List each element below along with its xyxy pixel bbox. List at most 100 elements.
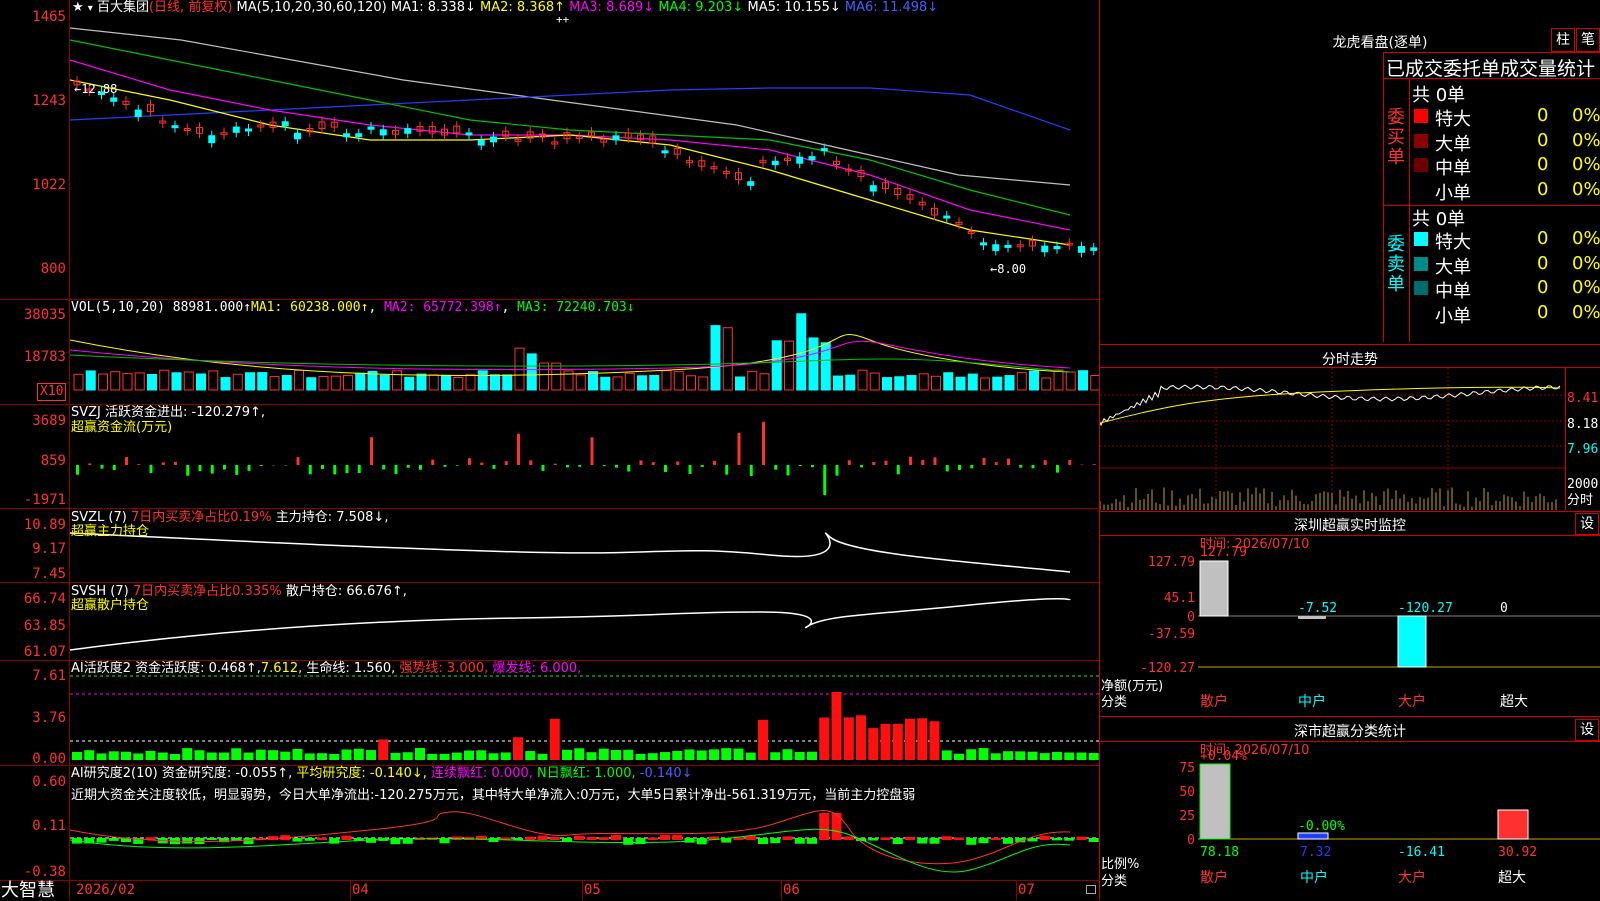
ai1-bar: [513, 737, 523, 760]
vol-ma-line: [70, 341, 1070, 369]
svzj-bar: [529, 460, 532, 465]
svzl-header: SVZL (7) 7日内买卖净占比0.19% 主力持仓: 7.508↓,: [71, 511, 388, 525]
class-settings-button[interactable]: 设: [1575, 719, 1599, 741]
volume-bar: [491, 375, 500, 390]
sell-row-count: 0: [1537, 277, 1548, 298]
ai2-bar: [795, 838, 805, 844]
vol-ma2: MA2: 65772.398↑: [384, 300, 501, 315]
svzj-bar: [333, 465, 336, 474]
ai1-axis-label: 3.76: [0, 710, 66, 726]
buy-row-swatch: [1414, 158, 1428, 172]
volume-bar: [442, 375, 451, 390]
volume-bar: [356, 373, 365, 390]
ai1-bar: [476, 750, 486, 760]
intraday-title[interactable]: 分时走势: [1260, 349, 1440, 369]
ai2-axis-label: 0.11: [0, 818, 66, 834]
ai1-bar: [979, 748, 989, 760]
svzj-bar: [689, 465, 692, 474]
sell-row-name: 大单: [1435, 253, 1471, 279]
volume-bar: [466, 374, 475, 390]
ai1-bar: [525, 751, 535, 760]
monitor-settings-button[interactable]: 设: [1575, 513, 1599, 535]
class-chart[interactable]: 7550250+0.04%-0.00%78.187.32-16.4130.92散…: [1100, 742, 1600, 900]
lock-icon[interactable]: [1086, 885, 1096, 894]
ai2-bar: [979, 838, 989, 843]
ai2-bar: [917, 838, 927, 844]
ai1-bar: [1040, 753, 1050, 760]
volume-bar: [184, 372, 193, 390]
divider: [1383, 52, 1600, 53]
monitor-title: 深圳超赢实时监控: [1250, 515, 1450, 535]
ai1-bar: [893, 724, 903, 760]
intraday-chart[interactable]: [1100, 368, 1565, 510]
svzj-bar: [297, 457, 300, 465]
ai2-average-line: [70, 811, 1070, 864]
ai1-bar: [256, 750, 266, 760]
lhb-title: 龙虎看盘(逐单): [1300, 32, 1460, 52]
ai2-bar: [697, 838, 707, 844]
bar-mode-button[interactable]: 柱: [1551, 28, 1575, 52]
ai1-bar: [881, 724, 891, 760]
x-axis-label: 2026/02: [76, 883, 135, 897]
sell-row-swatch: [1414, 281, 1428, 295]
candle-body: [797, 157, 803, 163]
volume-bar: [221, 378, 230, 390]
volume-bar: [527, 354, 536, 390]
volume-bar: [246, 373, 255, 390]
svsh-ratio: 7日内买卖净占比0.335%: [133, 584, 282, 599]
class-value: 7.32: [1300, 845, 1331, 860]
ai1-bar: [587, 752, 597, 760]
ai1-bar: [1064, 752, 1074, 760]
brand-logo[interactable]: 大智慧: [1, 881, 55, 900]
svsh-line: [70, 599, 1070, 650]
ai2-bar: [1064, 838, 1074, 841]
class-category: 大户: [1398, 869, 1426, 886]
tick-mode-button[interactable]: 笔: [1576, 28, 1600, 52]
x-axis-label: 07: [1018, 883, 1035, 897]
volume-bar: [454, 378, 463, 390]
ai2-bar: [672, 835, 682, 840]
ai1-burst-line: 爆发线: 6.000,: [492, 661, 581, 676]
ai1-bar: [415, 748, 425, 760]
svzj-bar: [395, 465, 398, 474]
svzj-bar: [615, 465, 618, 468]
ai2-bar: [611, 835, 621, 840]
intraday-price-line: [1100, 385, 1560, 425]
volume-bar: [1017, 373, 1026, 390]
candle-body: [809, 157, 815, 160]
ai1-bar: [783, 749, 793, 760]
svzl-value: 主力持仓: 7.508↓,: [276, 510, 389, 525]
buy-row-count: 0: [1537, 105, 1548, 126]
ai1-bar: [623, 750, 633, 760]
monitor-chart[interactable]: 127.7945.10-37.59-120.27127.79-7.52-120.…: [1100, 536, 1600, 716]
candle-body: [478, 140, 484, 145]
svzj-bar: [186, 465, 189, 476]
buy-row-percent: 0%: [1572, 179, 1600, 200]
main-chart-canvas[interactable]: [70, 0, 1099, 900]
svzj-bar: [799, 465, 802, 466]
ai2-bar: [342, 836, 352, 840]
sell-row-percent: 0%: [1572, 277, 1600, 298]
volume-bar: [834, 376, 843, 390]
volume-bar: [393, 371, 402, 390]
vol-unit-badge[interactable]: X10: [37, 383, 66, 401]
volume-bar: [344, 376, 353, 390]
volume-bar: [638, 376, 647, 390]
ai1-bar: [378, 739, 388, 760]
volume-bar: [687, 376, 696, 390]
ai2-bar: [1040, 836, 1050, 840]
buy-row-name: 中单: [1435, 154, 1471, 180]
candle-body: [111, 98, 117, 101]
ai1-bar: [158, 753, 168, 760]
volume-bar: [160, 370, 169, 390]
ai2-bar: [991, 838, 1001, 840]
ai1-bar: [648, 753, 658, 760]
ai1-bar: [807, 752, 817, 760]
ai2-bar: [844, 836, 854, 840]
sell-row-percent: 0%: [1572, 228, 1600, 249]
ai2-bar: [636, 838, 646, 844]
buy-row-percent: 0%: [1572, 105, 1600, 126]
x-axis-label: 05: [584, 883, 601, 897]
ma-line: [70, 80, 1070, 245]
class-category: 中户: [1300, 869, 1328, 886]
